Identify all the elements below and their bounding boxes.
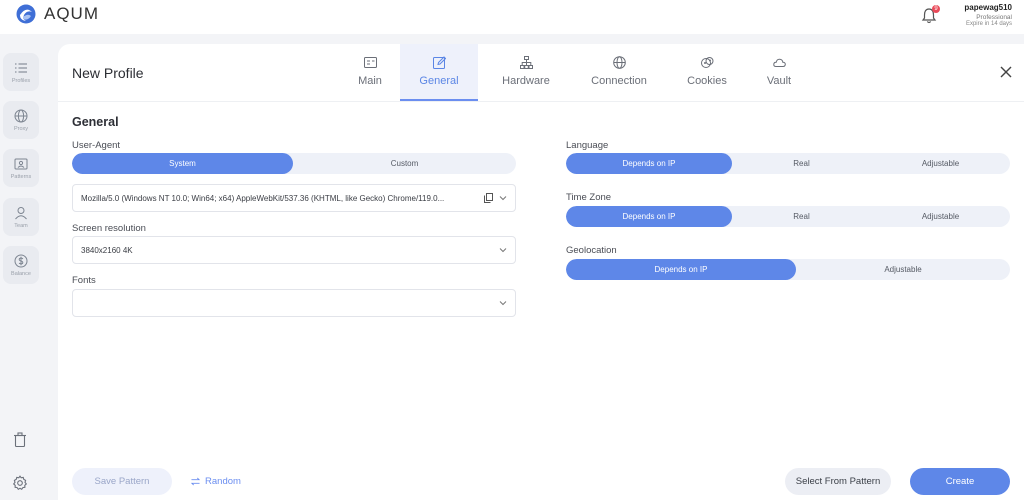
page-title: New Profile [72,65,144,81]
time-zone-option-depends-on-ip[interactable]: Depends on IP [566,206,732,227]
user-agent-select[interactable]: Mozilla/5.0 (Windows NT 10.0; Win64; x64… [72,184,516,212]
tab-label: Hardware [502,75,550,87]
screen-resolution-value: 3840x2160 4K [81,245,133,255]
language-label: Language [566,140,609,151]
language-toggle: Depends on IP Real Adjustable [566,153,1010,174]
sidebar-item-label: Profiles [11,77,31,84]
profile-tabs: Main General Hardware Connection Cookies… [348,44,812,101]
tab-connection[interactable]: Connection [570,44,668,101]
tab-cookies[interactable]: Cookies [668,44,746,101]
sidebar-item-label: Balance [11,270,31,277]
user-agent-option-custom[interactable]: Custom [293,153,516,174]
sidebar-item-proxy[interactable]: Proxy [3,101,39,139]
dollar-icon [14,254,28,267]
tab-label: General [419,75,459,87]
aqum-logo-icon [16,4,36,24]
chevron-down-icon [499,248,507,253]
user-name: papewag510 [964,3,1012,12]
tab-hardware[interactable]: Hardware [482,44,570,101]
notifications-button[interactable]: 9 [920,5,940,25]
tab-label: Connection [591,75,647,87]
chevron-down-icon [499,301,507,306]
create-button[interactable]: Create [910,468,1010,495]
section-title: General [72,115,119,129]
language-option-adjustable[interactable]: Adjustable [871,153,1010,174]
fonts-select[interactable] [72,289,516,317]
id-card-icon [14,158,28,169]
user-agent-value: Mozilla/5.0 (Windows NT 10.0; Win64; x64… [81,193,445,203]
sidebar-item-profiles[interactable]: Profiles [3,53,39,91]
language-option-depends-on-ip[interactable]: Depends on IP [566,153,732,174]
user-agent-option-system[interactable]: System [72,153,293,174]
network-icon [519,56,533,69]
edit-icon [432,56,446,69]
top-bar: AQUM 9 papewag510 Professional Expire in… [0,0,1024,34]
brand[interactable]: AQUM [16,4,99,24]
user-plan: Professional [976,14,1012,21]
tab-label: Cookies [687,75,727,87]
tab-general[interactable]: General [400,44,478,101]
sidebar-item-label: Proxy [13,125,29,132]
tab-label: Vault [766,75,792,87]
user-info[interactable]: papewag510 Professional Expire in 14 day… [964,3,1012,27]
shuffle-icon [191,477,201,486]
select-from-pattern-button[interactable]: Select From Pattern [785,468,891,495]
new-profile-panel: New Profile Main General Hardware Connec… [58,44,1024,500]
time-zone-option-real[interactable]: Real [732,206,871,227]
geolocation-option-adjustable[interactable]: Adjustable [796,259,1010,280]
screen-resolution-select[interactable]: 3840x2160 4K [72,236,516,264]
random-label: Random [205,476,241,487]
cloud-icon [772,58,786,67]
plan-expiry: Expire in 14 days [965,21,1012,27]
tab-main[interactable]: Main [346,44,394,101]
geolocation-option-depends-on-ip[interactable]: Depends on IP [566,259,796,280]
notification-badge: 9 [932,5,940,13]
sidebar-item-label: Patterns [10,173,32,180]
language-option-real[interactable]: Real [732,153,871,174]
random-button[interactable]: Random [186,468,246,495]
app-name: AQUM [44,4,99,23]
sidebar: Profiles Proxy Patterns Team Balance [0,34,46,500]
time-zone-option-adjustable[interactable]: Adjustable [871,206,1010,227]
close-icon[interactable] [998,64,1014,80]
tab-label: Main [358,75,382,87]
geolocation-toggle: Depends on IP Adjustable [566,259,1010,280]
id-card-icon [363,57,377,68]
globe-icon [14,109,28,122]
fonts-label: Fonts [72,275,96,286]
screen-resolution-label: Screen resolution [72,223,146,234]
divider [58,101,1024,102]
list-icon [15,62,27,73]
user-icon [15,206,27,219]
sidebar-item-patterns[interactable]: Patterns [3,149,39,187]
time-zone-toggle: Depends on IP Real Adjustable [566,206,1010,227]
gear-icon[interactable] [12,475,28,491]
save-pattern-button[interactable]: Save Pattern [72,468,172,495]
user-agent-toggle: System Custom [72,153,516,174]
globe-icon [612,56,626,69]
cookie-icon [700,57,713,68]
trash-icon[interactable] [12,432,28,448]
geolocation-label: Geolocation [566,245,617,256]
chevron-down-icon [499,196,507,201]
sidebar-item-label: Team [14,222,28,229]
sidebar-item-team[interactable]: Team [3,198,39,236]
user-agent-label: User-Agent [72,140,121,151]
copy-icon[interactable] [484,193,493,203]
time-zone-label: Time Zone [566,192,612,203]
tab-vault[interactable]: Vault [746,44,812,101]
sidebar-item-balance[interactable]: Balance [3,246,39,284]
